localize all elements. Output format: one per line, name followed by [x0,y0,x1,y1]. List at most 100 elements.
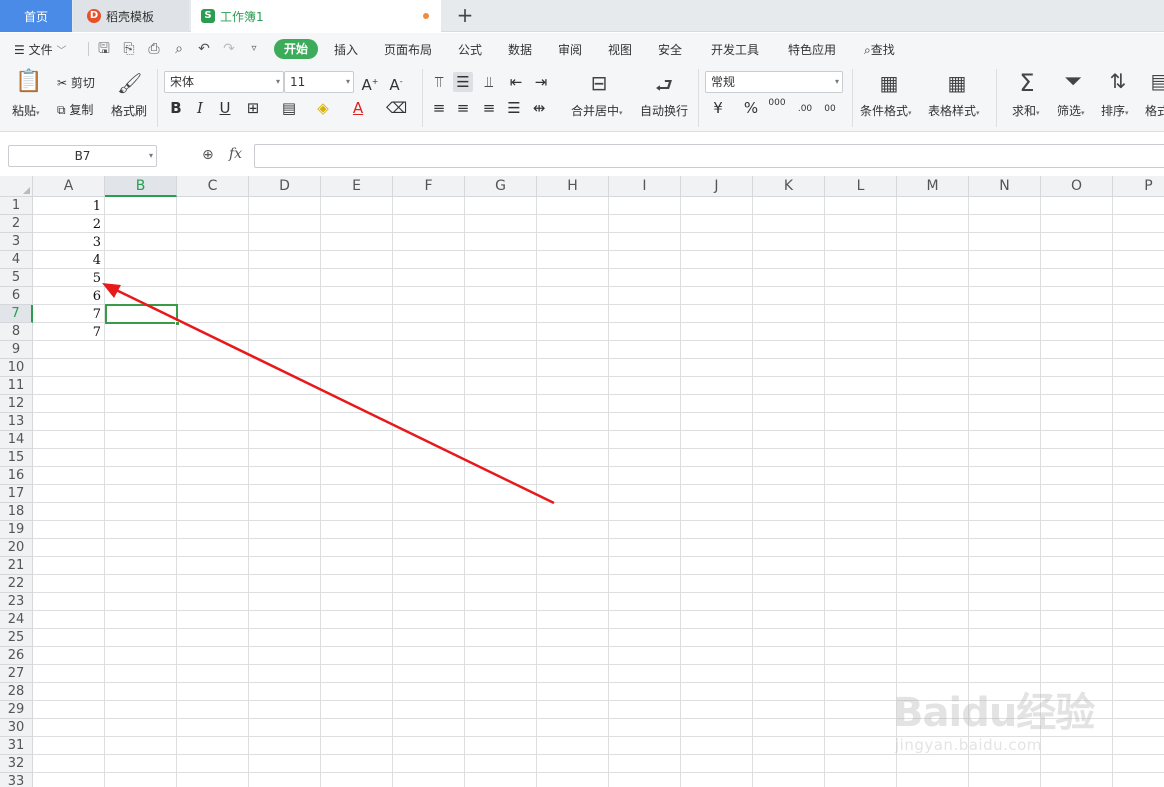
sort-icon[interactable]: ⇅ [1104,69,1132,97]
menu-review[interactable]: 审阅 [558,41,582,58]
cell-a6[interactable]: 6 [33,287,104,305]
file-menu[interactable]: ☰ 文件 ﹀ [14,41,66,58]
column-header-n[interactable]: N [969,176,1041,197]
column-header-k[interactable]: K [753,176,825,197]
row-header-14[interactable]: 14 [0,431,33,449]
filter-icon[interactable]: ⏷ [1059,69,1087,97]
align-center-icon[interactable]: ≡ [453,98,473,118]
sort-button[interactable]: 排序▾ [1101,102,1129,119]
column-header-g[interactable]: G [465,176,537,197]
row-header-27[interactable]: 27 [0,665,33,683]
column-header-e[interactable]: E [321,176,393,197]
column-header-d[interactable]: D [249,176,321,197]
menu-security[interactable]: 安全 [658,41,682,58]
row-header-10[interactable]: 10 [0,359,33,377]
bold-icon[interactable]: B [166,98,186,118]
menu-formulas[interactable]: 公式 [458,41,482,58]
table-style-button[interactable]: 表格样式▾ [928,102,980,119]
underline-icon[interactable]: U [215,98,235,118]
filter-button[interactable]: 筛选▾ [1057,102,1085,119]
sum-icon[interactable]: Σ [1013,69,1041,97]
row-header-21[interactable]: 21 [0,557,33,575]
percent-icon[interactable]: % [741,98,761,118]
conditional-format-icon[interactable]: ▦ [875,71,903,95]
merge-center-icon[interactable]: ⊟ [585,71,613,95]
fill-style-icon[interactable]: ▤ [279,98,299,118]
row-header-33[interactable]: 33 [0,773,33,787]
format-painter-icon[interactable]: 🖌 [117,71,142,97]
tab-home[interactable]: 首页 [0,0,72,32]
column-header-c[interactable]: C [177,176,249,197]
column-header-o[interactable]: O [1041,176,1113,197]
decrease-font-icon[interactable]: A- [386,72,406,94]
menu-insert[interactable]: 插入 [334,41,358,58]
increase-indent-icon[interactable]: ⇥ [531,72,551,92]
row-header-30[interactable]: 30 [0,719,33,737]
decrease-decimal-icon[interactable]: 00 [820,98,840,118]
cell-a7[interactable]: 7 [33,305,104,323]
cell-a1[interactable]: 1 [33,197,104,215]
increase-decimal-icon[interactable]: .00 [795,98,815,118]
column-header-a[interactable]: A [33,176,105,197]
row-header-9[interactable]: 9 [0,341,33,359]
decrease-indent-icon[interactable]: ⇤ [506,72,526,92]
print-preview-icon[interactable]: ⌕ [171,41,187,57]
align-bottom-icon[interactable]: ⫫ [479,72,499,92]
row-header-29[interactable]: 29 [0,701,33,719]
formula-input[interactable] [254,144,1164,168]
italic-icon[interactable]: I [190,98,210,118]
align-right-icon[interactable]: ≡ [479,98,499,118]
fill-color-icon[interactable]: ◈ [313,98,333,118]
column-header-j[interactable]: J [681,176,753,197]
align-middle-icon[interactable]: ☰ [453,72,473,92]
column-header-p[interactable]: P [1113,176,1164,197]
cell-a3[interactable]: 3 [33,233,104,251]
number-format-select[interactable]: 常规 ▾ [705,71,843,93]
menu-view[interactable]: 视图 [608,41,632,58]
column-header-l[interactable]: L [825,176,897,197]
menu-search[interactable]: ⌕查找 [864,41,895,58]
row-header-26[interactable]: 26 [0,647,33,665]
row-header-16[interactable]: 16 [0,467,33,485]
print-icon[interactable]: ⎙ [146,41,162,57]
row-header-12[interactable]: 12 [0,395,33,413]
menu-developer[interactable]: 开发工具 [711,41,759,58]
row-header-18[interactable]: 18 [0,503,33,521]
new-tab-button[interactable]: + [455,4,475,26]
row-header-11[interactable]: 11 [0,377,33,395]
cell-a5[interactable]: 5 [33,269,104,287]
font-name-select[interactable]: 宋体 ▾ [164,71,284,93]
redo-icon[interactable]: ↷ [221,41,237,57]
row-header-25[interactable]: 25 [0,629,33,647]
table-style-icon[interactable]: ▦ [943,71,971,95]
menu-start[interactable]: 开始 [274,39,318,59]
font-size-select[interactable]: 11 ▾ [284,71,354,93]
zoom-icon[interactable]: ⊕ [202,147,214,163]
wrap-text-icon[interactable]: ⮐ [650,71,678,97]
format-cells-icon[interactable]: ▤ [1146,69,1164,97]
column-header-b[interactable]: B [105,176,177,197]
column-header-i[interactable]: I [609,176,681,197]
row-header-5[interactable]: 5 [0,269,33,287]
conditional-format-button[interactable]: 条件格式▾ [860,102,912,119]
fill-handle[interactable] [175,321,180,326]
row-header-15[interactable]: 15 [0,449,33,467]
row-header-6[interactable]: 6 [0,287,33,305]
format-painter-button[interactable]: 格式刷 [111,102,147,119]
tab-workbook[interactable]: S 工作簿1 [191,0,441,32]
align-top-icon[interactable]: ⫪ [429,72,449,92]
menu-page-layout[interactable]: 页面布局 [384,41,432,58]
select-all-corner[interactable] [0,176,33,197]
column-header-m[interactable]: M [897,176,969,197]
wrap-text-button[interactable]: 自动换行 [640,102,688,119]
row-header-31[interactable]: 31 [0,737,33,755]
active-cell-b7[interactable] [105,304,178,324]
cell-a8[interactable]: 7 [33,323,104,341]
insert-function-icon[interactable]: fx [229,146,242,162]
row-header-2[interactable]: 2 [0,215,33,233]
menu-data[interactable]: 数据 [508,41,532,58]
tab-docer-templates[interactable]: D 稻壳模板 [73,0,189,32]
row-header-22[interactable]: 22 [0,575,33,593]
currency-icon[interactable]: ¥ [708,98,728,118]
row-header-24[interactable]: 24 [0,611,33,629]
